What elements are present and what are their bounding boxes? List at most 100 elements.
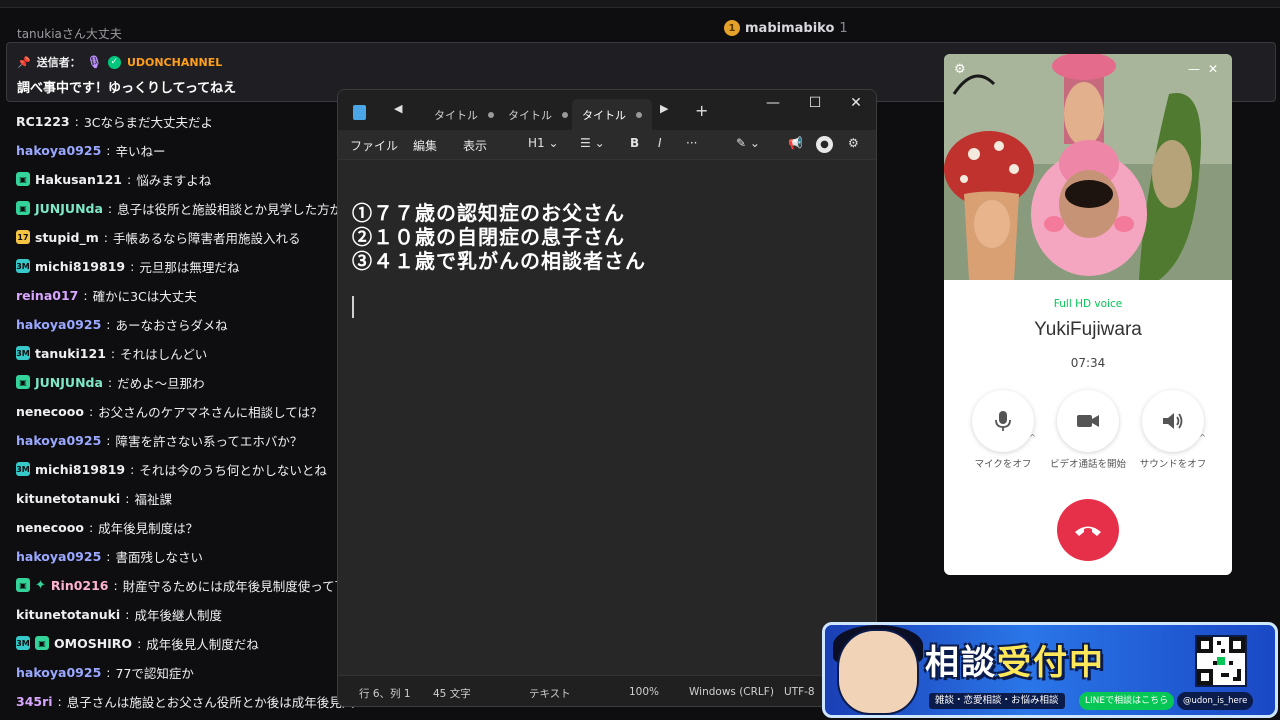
video-call-button[interactable] xyxy=(1057,390,1119,452)
chat-username[interactable]: hakoya0925 xyxy=(16,665,101,680)
chat-username[interactable]: hakoya0925 xyxy=(16,317,101,332)
copilot-icon[interactable]: ✎ ⌄ xyxy=(736,136,760,150)
caller-name: YukiFujiwara xyxy=(1034,319,1142,340)
pinned-sender-row: 📌 送信者： 🎙 ✓ UDONCHANNEL xyxy=(17,54,222,70)
stream-screen: 1 mabimabiko 1 RC1223:3Cならまだ大丈夫だよ hakoya0… xyxy=(0,0,1280,720)
status-encoding[interactable]: UTF-8 xyxy=(784,686,815,698)
chat-username[interactable]: JUNJUNda xyxy=(35,201,103,216)
chat-message: RC1223:3Cならまだ大丈夫だよ xyxy=(16,110,213,132)
chat-username[interactable]: 345ri xyxy=(16,694,53,709)
tab-2[interactable]: タイトル xyxy=(498,99,578,130)
chat-message: 17 stupid_m: 手帳あるなら障害者用施設入れる xyxy=(16,226,301,248)
account-icon[interactable]: ● xyxy=(816,136,833,153)
chat-username[interactable]: michi819819 xyxy=(35,462,125,477)
chat-username[interactable]: kitunetotanuki xyxy=(16,491,120,506)
notepad-titlebar: ◀ タイトル タイトル タイトル ▶ + — ☐ ✕ xyxy=(338,90,876,130)
chevron-up-icon[interactable]: ^ xyxy=(1199,433,1206,442)
chat-message: nenecooo: 成年後見制度は？ xyxy=(16,516,198,538)
chat-username[interactable]: michi819819 xyxy=(35,259,125,274)
announce-icon[interactable]: 📢 xyxy=(788,136,803,150)
chat-username[interactable]: nenecooo xyxy=(16,404,84,419)
heading-dropdown[interactable]: H1 ⌄ xyxy=(528,136,559,150)
menu-view[interactable]: 表示 xyxy=(463,137,487,154)
notepad-editor[interactable]: ①７７歳の認知症のお父さん ②１０歳の自閉症の息子さん ③４１歳で乳がんの相談者… xyxy=(338,160,876,675)
chat-username[interactable]: hakoya0925 xyxy=(16,549,101,564)
chat-username[interactable]: stupid_m xyxy=(35,230,99,245)
chat-username[interactable]: tanuki121 xyxy=(35,346,106,361)
chat-username[interactable]: RC1223 xyxy=(16,114,70,129)
menu-file[interactable]: ファイル xyxy=(350,137,398,154)
close-icon[interactable]: ✕ xyxy=(841,95,871,111)
chat-username[interactable]: hakoya0925 xyxy=(16,433,101,448)
tab-3-active[interactable]: タイトル xyxy=(572,99,652,130)
minimize-icon[interactable]: — xyxy=(758,95,788,111)
chevron-up-icon[interactable]: ^ xyxy=(1029,433,1036,442)
status-format[interactable]: テキスト xyxy=(529,686,571,701)
chat-username[interactable]: reina017 xyxy=(16,288,78,303)
italic-icon[interactable]: I xyxy=(658,136,662,150)
more-icon[interactable]: ··· xyxy=(686,136,697,150)
call-close-icon[interactable]: ✕ xyxy=(1208,62,1218,76)
chat-username[interactable]: nenecooo xyxy=(16,520,84,535)
chat-text: 福祉課 xyxy=(134,491,172,507)
pin-icon: 📌 xyxy=(17,55,31,69)
hang-up-button[interactable] xyxy=(1057,499,1119,561)
chat-username[interactable]: JUNJUNda xyxy=(35,375,103,390)
chat-text: 3Cならまだ大丈夫だよ xyxy=(83,114,213,130)
consultation-banner: 相談受付中 雑談・恋愛相談・お悩み相談 LINEで相談はこちら @udon_is… xyxy=(822,622,1278,718)
raid-count: 1 xyxy=(839,20,848,36)
chat-message: 3M ▣ OMOSHIRO: 成年後見人制度だね xyxy=(16,632,259,654)
chat-text: 手帳あるなら障害者用施設入れる xyxy=(113,230,301,246)
chat-message: ▣ ✦ Rin0216: 財産守るためには成年後見制度使って下 xyxy=(16,574,347,596)
raid-info[interactable]: 1 mabimabiko 1 xyxy=(724,20,848,36)
list-icon[interactable]: ☰ ⌄ xyxy=(580,136,605,150)
chat-username[interactable]: OMOSHIRO xyxy=(54,636,132,651)
hang-up-phone-icon xyxy=(1075,526,1101,536)
raid-coin-icon: 1 xyxy=(724,20,740,36)
chat-username[interactable]: Hakusan121 xyxy=(35,172,122,187)
chat-separator: : xyxy=(107,374,113,390)
chat-separator: : xyxy=(113,577,118,593)
chat-cut-line: tanukiaさん大丈夫 xyxy=(17,27,122,41)
settings-gear-icon[interactable]: ⚙ xyxy=(848,136,859,150)
tab-1-label: タイトル xyxy=(434,108,478,122)
banner-title: 相談受付中 xyxy=(925,635,1105,684)
gift-badge-icon: ▣ xyxy=(16,375,30,389)
raid-bar: 1 mabimabiko 1 xyxy=(0,8,1280,38)
tab-scroll-right-icon[interactable]: ▶ xyxy=(660,102,668,115)
top-border xyxy=(0,0,1280,8)
chat-message: kitunetotanuki: 福祉課 xyxy=(16,487,172,509)
banner-character-avatar xyxy=(837,629,919,715)
subscriber-badge-icon: 3M xyxy=(16,462,30,476)
mute-sound-label: サウンドをオフ xyxy=(1139,459,1207,470)
call-quality-label: Full HD voice xyxy=(1053,298,1123,310)
maximize-icon[interactable]: ☐ xyxy=(800,95,830,111)
menu-edit[interactable]: 編集 xyxy=(413,137,437,154)
tab-scroll-left-icon[interactable]: ◀ xyxy=(394,102,402,115)
mute-sound-button[interactable]: ^ xyxy=(1142,390,1206,452)
chat-message: ▣ JUNJUNda: だめよ〜旦那わ xyxy=(16,371,205,393)
chat-message: ▣ JUNJUNda: 息子は役所と施設相談とか見学した方が xyxy=(16,197,342,219)
chat-text: 財産守るためには成年後見制度使って下 xyxy=(122,578,348,594)
chat-separator: : xyxy=(88,403,94,419)
call-minimize-icon[interactable]: — xyxy=(1188,62,1200,76)
chat-username[interactable]: kitunetotanuki xyxy=(16,607,120,622)
status-zoom[interactable]: 100% xyxy=(629,686,659,698)
unsaved-dot-icon xyxy=(488,111,494,118)
call-settings-icon[interactable]: ⚙ xyxy=(954,62,966,77)
qr-code-icon xyxy=(1195,635,1247,687)
new-tab-icon[interactable]: + xyxy=(695,101,708,120)
notepad-menubar: ファイル 編集 表示 H1 ⌄ ☰ ⌄ B I ··· ✎ ⌄ 📢 ● ⚙ xyxy=(338,130,876,160)
chat-username[interactable]: hakoya0925 xyxy=(16,143,101,158)
tab-1[interactable]: タイトル xyxy=(424,99,504,130)
heading-label: H1 xyxy=(528,136,545,150)
bold-icon[interactable]: B xyxy=(630,136,639,150)
mute-mic-button[interactable]: ^ xyxy=(972,390,1036,452)
pinned-channel[interactable]: UDONCHANNEL xyxy=(127,56,222,69)
gift-badge-icon: ▣ xyxy=(16,201,30,215)
status-eol[interactable]: Windows (CRLF) xyxy=(689,686,774,698)
subscriber-badge-icon: 3M xyxy=(16,259,30,273)
chat-message: 3M tanuki121: それはしんどい xyxy=(16,342,207,364)
chat-text: だめよ〜旦那わ xyxy=(117,375,205,391)
chat-username[interactable]: Rin0216 xyxy=(51,578,109,593)
